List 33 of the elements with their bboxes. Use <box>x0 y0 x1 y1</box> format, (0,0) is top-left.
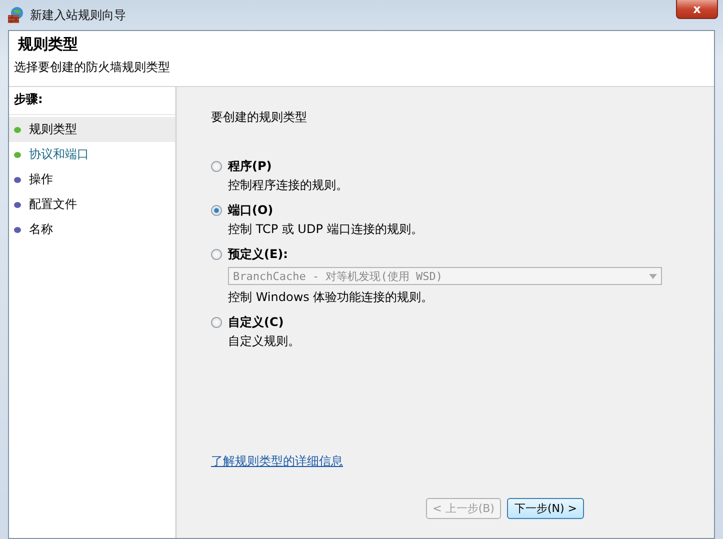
option-description: 控制 Windows 体验功能连接的规则。 <box>228 289 434 306</box>
option-label: 预定义(E): <box>228 246 289 263</box>
step-label: 协议和端口 <box>29 146 89 163</box>
dropdown-value: BranchCache - 对等机发现(使用 WSD) <box>233 268 442 284</box>
step-item[interactable]: 配置文件 <box>9 192 175 217</box>
step-item[interactable]: 协议和端口 <box>9 142 175 167</box>
option-label: 自定义(C) <box>228 314 285 331</box>
step-label: 操作 <box>29 171 53 188</box>
radio-button[interactable] <box>211 205 222 216</box>
firewall-globe-icon <box>7 6 25 24</box>
option-description: 自定义规则。 <box>228 333 300 350</box>
radio-button[interactable] <box>211 249 222 260</box>
option-label: 端口(O) <box>228 202 274 219</box>
step-item[interactable]: 规则类型 <box>9 117 175 142</box>
option-label: 程序(P) <box>228 158 273 175</box>
page-subtitle: 选择要创建的防火墙规则类型 <box>14 59 171 76</box>
step-item[interactable]: 操作 <box>9 167 175 192</box>
radio-button[interactable] <box>211 161 222 172</box>
help-link[interactable]: 了解规则类型的详细信息 <box>211 453 343 470</box>
option-description: 控制 TCP 或 UDP 端口连接的规则。 <box>228 221 423 238</box>
radio-button[interactable] <box>211 317 222 328</box>
step-label: 名称 <box>29 221 53 238</box>
page-title: 规则类型 <box>16 35 79 54</box>
option-description: 控制程序连接的规则。 <box>228 177 348 194</box>
steps-heading: 步骤: <box>9 91 175 115</box>
window-title: 新建入站规则向导 <box>30 6 126 24</box>
step-label: 配置文件 <box>29 196 77 213</box>
wizard-button[interactable]: 下一步(N) > <box>507 498 584 519</box>
step-label: 规则类型 <box>29 121 77 138</box>
close-button[interactable]: x <box>676 0 718 19</box>
dropdown-arrow-icon <box>649 274 657 278</box>
prompt-text: 要创建的规则类型 <box>211 109 308 126</box>
step-item[interactable]: 名称 <box>9 217 175 242</box>
